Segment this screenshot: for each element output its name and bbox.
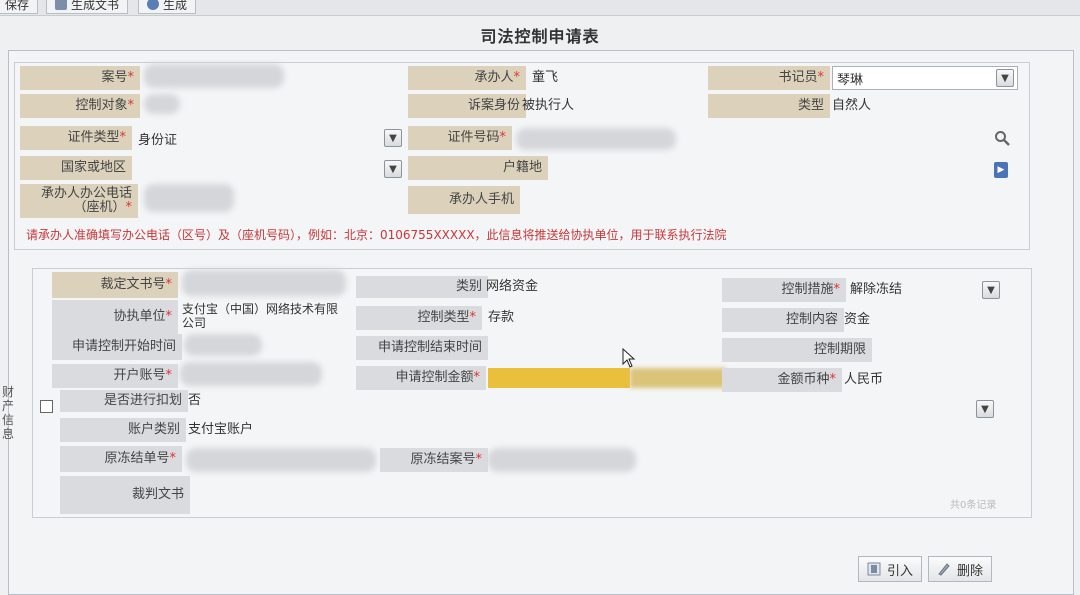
toolbar: 保存 生成文书 生成 — [0, 0, 1080, 16]
form-title: 司法控制申请表 — [480, 27, 600, 46]
measure-chevron-down-icon[interactable]: ▼ — [982, 281, 1000, 299]
handler-value: 童飞 — [532, 70, 559, 85]
mobile-label: 承办人手机 — [408, 186, 520, 214]
judgment-doc-label: 裁判文书 — [60, 476, 190, 514]
office-phone-label: 承办人办公电话 （座机）* — [20, 184, 138, 218]
country-label: 国家或地区 — [20, 156, 132, 180]
id-type-select[interactable]: 身份证 — [134, 126, 406, 150]
amount-label: 申请控制金额 * — [356, 366, 486, 390]
amount-input-highlight[interactable] — [488, 368, 630, 388]
clerk-label: 书记员 * — [708, 66, 830, 90]
start-time-label: 申请控制开始时间 — [52, 334, 182, 360]
country-chevron-down-icon[interactable]: ▼ — [384, 160, 402, 178]
control-content-label: 控制内容 — [722, 308, 844, 332]
measure-value[interactable]: 解除冻结 — [846, 278, 902, 302]
party-role-label: 诉案身份 — [408, 94, 526, 118]
import-label: 引入 — [887, 563, 914, 579]
property-side-label: 财产信息 — [1, 385, 14, 441]
orig-freeze-case-label: 原冻结案号 * — [380, 448, 488, 472]
id-type-chevron-down-icon[interactable]: ▼ — [384, 129, 402, 147]
generate-doc-button[interactable]: 生成文书 — [46, 0, 129, 14]
id-type-label: 证件类型 * — [20, 126, 132, 150]
deduct-chevron-down-icon[interactable]: ▼ — [976, 400, 994, 418]
assist-unit-value: 支付宝（中国）网络技术有限公司 — [182, 302, 339, 330]
measure-label: 控制措施 * — [722, 278, 846, 302]
orig-freeze-no-value-redacted — [186, 448, 376, 472]
start-time-value-redacted — [184, 334, 262, 356]
account-value-redacted — [180, 362, 322, 386]
office-phone-value-redacted — [144, 184, 234, 212]
id-type-value: 身份证 — [138, 132, 178, 148]
delete-button[interactable]: 删除 — [928, 556, 993, 582]
period-label: 控制期限 — [722, 338, 872, 362]
generate-icon — [147, 0, 159, 10]
clerk-chevron-down-icon[interactable]: ▼ — [996, 69, 1014, 87]
account-type-label: 账户类别 — [60, 418, 186, 442]
save-button[interactable]: 保存 — [0, 0, 39, 14]
document-icon — [55, 0, 67, 10]
control-type-label: 控制类型 * — [356, 306, 482, 330]
ruling-no-label: 裁定文书号 * — [52, 272, 178, 298]
assist-unit-label: 协执单位 * — [52, 300, 178, 334]
type-label: 类型 — [708, 94, 830, 118]
case-no-value-redacted — [144, 64, 284, 88]
id-no-value-redacted — [516, 128, 676, 150]
mouse-cursor-icon — [622, 347, 636, 368]
amount-value-redacted — [630, 368, 726, 388]
search-icon[interactable] — [994, 130, 1010, 146]
currency-value: 人民币 — [844, 372, 884, 387]
pager-text: 共0条记录 — [950, 500, 997, 511]
handler-label: 承办人 * — [408, 66, 526, 90]
orig-freeze-no-label: 原冻结单号 * — [60, 446, 182, 472]
save-button-label: 保存 — [5, 0, 30, 12]
generate-doc-label: 生成文书 — [71, 0, 120, 12]
target-value-redacted — [144, 94, 180, 114]
currency-label: 金额币种 * — [722, 368, 842, 392]
category-value: 网络资金 — [486, 279, 539, 294]
end-time-label: 申请控制结束时间 — [356, 336, 488, 360]
deduct-value[interactable]: 否 — [184, 390, 201, 412]
control-content-value: 资金 — [844, 312, 871, 327]
id-no-label: 证件号码 * — [408, 126, 512, 150]
account-type-value: 支付宝账户 — [188, 422, 254, 437]
control-type-value: 存款 — [488, 310, 515, 325]
import-button[interactable]: 引入 — [858, 556, 923, 582]
category-label: 类别 — [356, 276, 488, 298]
party-role-value: 被执行人 — [522, 98, 575, 113]
generate-button[interactable]: 生成 — [138, 0, 197, 14]
delete-icon — [938, 563, 950, 576]
type-value: 自然人 — [832, 98, 872, 113]
clerk-value: 琴琳 — [837, 72, 864, 88]
select-row-checkbox[interactable] — [40, 400, 53, 413]
clerk-select[interactable]: 琴琳 — [832, 66, 1018, 90]
target-label: 控制对象 * — [20, 94, 140, 118]
delete-label: 删除 — [957, 563, 984, 579]
ruling-no-value-redacted — [182, 270, 346, 296]
account-label: 开户账号 * — [52, 364, 178, 388]
phone-hint-text: 请承办人准确填写办公电话（区号）及（座机号码），例如：北京：0106755XXX… — [26, 228, 727, 242]
domicile-label: 户籍地 — [408, 156, 548, 180]
orig-freeze-case-value-redacted — [488, 448, 636, 472]
case-no-label: 案号 * — [20, 66, 140, 90]
generate-label: 生成 — [163, 0, 188, 12]
domicile-picker-icon[interactable]: ▶ — [994, 162, 1008, 178]
import-icon — [867, 562, 881, 576]
deduct-label: 是否进行扣划 — [60, 390, 188, 412]
